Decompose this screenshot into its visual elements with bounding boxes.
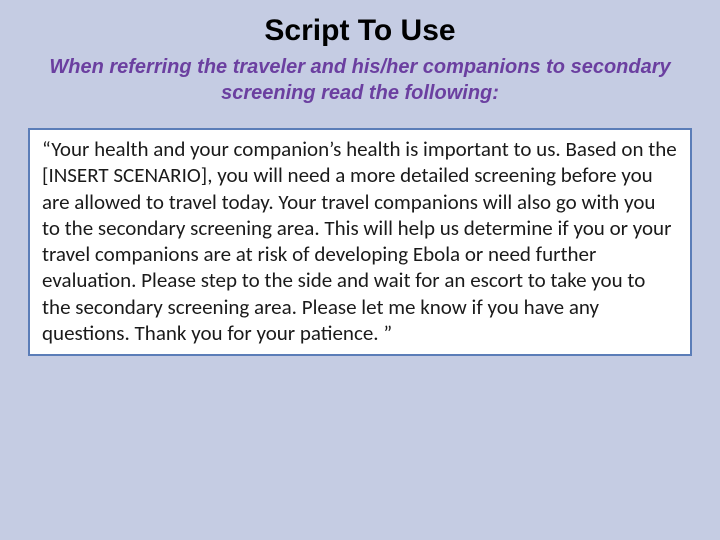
script-box: “Your health and your companion’s health… bbox=[28, 128, 692, 356]
page-title: Script To Use bbox=[22, 14, 698, 48]
script-body-text: “Your health and your companion’s health… bbox=[42, 136, 678, 346]
subtitle-instruction: When referring the traveler and his/her … bbox=[22, 54, 698, 106]
